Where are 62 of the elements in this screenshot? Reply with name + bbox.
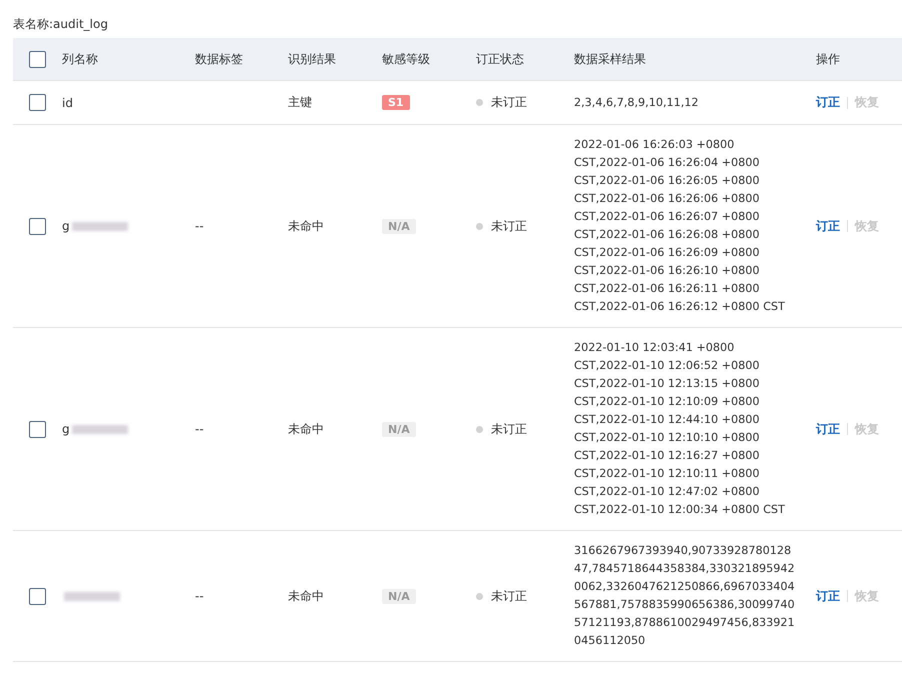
sample-value: CST,2022-01-10 12:10:11 +0800 — [574, 466, 760, 482]
status-label: 未订正 — [491, 218, 527, 234]
column-header: 操作 — [816, 50, 840, 68]
sample-value: 3166267967393940,90733928780128 — [574, 543, 792, 559]
sensitivity-badge: N/A — [382, 588, 416, 604]
recognition-result: 未命中 — [288, 218, 324, 234]
sample-value: CST,2022-01-10 12:44:10 +0800 — [574, 412, 760, 428]
data-tag: -- — [195, 219, 204, 233]
sample-value: 567881,7578835990656386,30099740 — [574, 597, 795, 613]
sample-value: CST,2022-01-06 16:26:09 +0800 — [574, 245, 760, 261]
sample-value: CST,2022-01-06 16:26:04 +0800 — [574, 155, 760, 171]
sample-value: CST,2022-01-10 12:10:09 +0800 — [574, 394, 760, 410]
sample-value: CST,2022-01-10 12:47:02 +0800 — [574, 484, 760, 500]
sample-value: 2022-01-10 12:03:41 +0800 — [574, 340, 734, 356]
sample-value: 47,7845718644358384,330321895942 — [574, 561, 795, 577]
sample-value: 57121193,8788610029497456,833921 — [574, 615, 795, 631]
sample-value: 2022-01-06 16:26:03 +0800 — [574, 137, 734, 153]
sensitivity-badge: S1 — [382, 95, 410, 110]
column-name: g — [62, 422, 70, 436]
column-header: 列名称 — [62, 50, 98, 68]
action-link[interactable]: 订正 — [816, 588, 840, 604]
status-label: 未订正 — [491, 420, 527, 438]
data-tag: -- — [195, 589, 204, 603]
column-header: 数据采样结果 — [574, 50, 646, 68]
status-label: 未订正 — [491, 588, 527, 604]
action-link[interactable]: 订正 — [816, 218, 840, 234]
sample-value: 0456112050 — [574, 633, 646, 649]
sample-value: CST,2022-01-06 16:26:12 +0800 CST — [574, 299, 785, 315]
sample-value: CST,2022-01-10 12:13:15 +0800 — [574, 376, 760, 392]
action-link[interactable]: 订正 — [816, 94, 840, 111]
column-name: g — [62, 219, 70, 233]
sample-value: CST,2022-01-06 16:26:06 +0800 — [574, 191, 760, 207]
sample-value: CST,2022-01-06 16:26:07 +0800 — [574, 209, 760, 225]
sample-value: CST,2022-01-10 12:00:34 +0800 CST — [574, 502, 785, 518]
select-all-checkbox[interactable] — [29, 50, 46, 68]
recognition-result: 未命中 — [288, 588, 324, 604]
sensitivity-badge: N/A — [382, 422, 416, 436]
sensitivity-badge: N/A — [382, 218, 416, 234]
column-header: 订正状态 — [476, 50, 524, 68]
column-header: 数据标签 — [195, 50, 243, 68]
sample-value: CST,2022-01-06 16:26:05 +0800 — [574, 173, 760, 189]
table-name: 表名称:audit_log — [12, 16, 109, 33]
sample-value: CST,2022-01-10 12:16:27 +0800 — [574, 448, 760, 464]
sample-value: CST,2022-01-06 16:26:08 +0800 — [574, 227, 760, 243]
sample-value: CST,2022-01-06 16:26:10 +0800 — [574, 263, 760, 279]
sample-value: CST,2022-01-06 16:26:11 +0800 — [574, 281, 760, 297]
sample-value: CST,2022-01-10 12:10:10 +0800 — [574, 430, 760, 446]
action-link[interactable]: 订正 — [816, 420, 840, 438]
status-label: 未订正 — [491, 94, 527, 111]
sample-value: 0062,3326047621250866,6967033404 — [574, 579, 795, 595]
column-header: 敏感等级 — [382, 50, 430, 68]
row-checkbox[interactable] — [29, 588, 46, 604]
column-header: 识别结果 — [288, 50, 336, 68]
row-checkbox[interactable] — [29, 94, 46, 111]
column-name: id — [62, 96, 73, 110]
row-checkbox[interactable] — [29, 218, 46, 234]
row-checkbox[interactable] — [29, 420, 46, 438]
sample-value: 2,3,4,6,7,8,9,10,11,12 — [574, 94, 699, 110]
recognition-result: 未命中 — [288, 420, 324, 438]
data-tag: -- — [195, 422, 204, 436]
sample-value: CST,2022-01-10 12:06:52 +0800 — [574, 358, 760, 374]
recognition-result: 主键 — [288, 94, 312, 111]
